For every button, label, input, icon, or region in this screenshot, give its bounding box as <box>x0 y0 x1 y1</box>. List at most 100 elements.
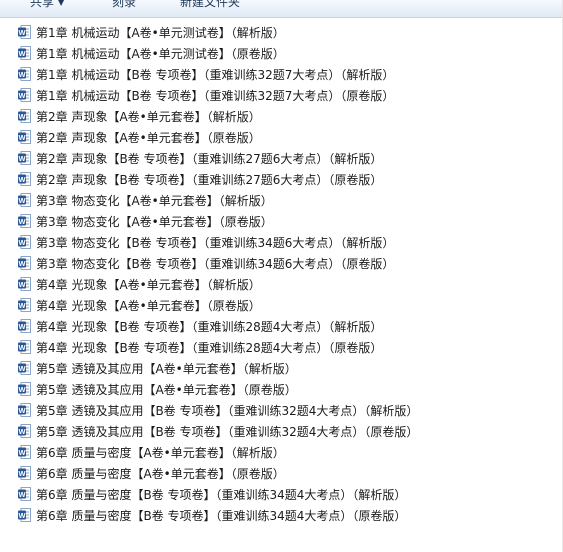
file-item[interactable]: W 第3章 物态变化【B卷 专项卷】（重难训练34题6大考点）（原卷版） <box>18 253 394 273</box>
svg-text:W: W <box>18 490 26 499</box>
svg-text:W: W <box>18 280 26 289</box>
word-doc-icon: W <box>18 445 31 459</box>
svg-text:W: W <box>18 154 26 163</box>
file-name: 第6章 质量与密度【A卷•单元套卷】（解析版） <box>36 445 285 460</box>
file-item[interactable]: W 第2章 声现象【A卷•单元套卷】（解析版） <box>18 106 261 126</box>
file-name: 第3章 物态变化【B卷 专项卷】（重难训练34题6大考点）（解析版） <box>36 235 395 250</box>
word-doc-icon: W <box>18 46 31 60</box>
svg-text:W: W <box>18 217 26 226</box>
word-doc-icon: W <box>18 466 31 480</box>
svg-text:W: W <box>18 469 26 478</box>
burn-button[interactable]: 刻录 <box>112 0 136 10</box>
file-item[interactable]: W 第5章 透镜及其应用【B卷 专项卷】（重难训练32题4大考点）（解析版） <box>18 400 418 420</box>
word-doc-icon: W <box>18 88 31 102</box>
file-item[interactable]: W 第6章 质量与密度【A卷•单元套卷】（原卷版） <box>18 463 285 483</box>
word-doc-icon: W <box>18 214 31 228</box>
file-name: 第6章 质量与密度【B卷 专项卷】（重难训练34题4大考点）（原卷版） <box>36 508 407 523</box>
svg-text:W: W <box>18 427 26 436</box>
file-name: 第5章 透镜及其应用【B卷 专项卷】（重难训练32题4大考点）（解析版） <box>36 403 419 418</box>
svg-text:W: W <box>18 511 26 520</box>
file-item[interactable]: W 第3章 物态变化【A卷•单元套卷】（原卷版） <box>18 211 273 231</box>
word-doc-icon: W <box>18 340 31 354</box>
word-doc-icon: W <box>18 109 31 123</box>
file-name: 第5章 透镜及其应用【B卷 专项卷】（重难训练32题4大考点）（原卷版） <box>36 424 419 439</box>
word-doc-icon: W <box>18 193 31 207</box>
file-name: 第3章 物态变化【A卷•单元套卷】（原卷版） <box>36 214 273 229</box>
file-name: 第5章 透镜及其应用【A卷•单元套卷】（解析版） <box>36 361 297 376</box>
file-item[interactable]: W 第5章 透镜及其应用【B卷 专项卷】（重难训练32题4大考点）（原卷版） <box>18 421 418 441</box>
file-name: 第2章 声现象【A卷•单元套卷】（原卷版） <box>36 130 261 145</box>
file-name: 第4章 光现象【A卷•单元套卷】（解析版） <box>36 277 261 292</box>
svg-text:W: W <box>18 70 26 79</box>
svg-text:W: W <box>18 301 26 310</box>
svg-text:W: W <box>18 112 26 121</box>
svg-text:W: W <box>18 175 26 184</box>
svg-text:W: W <box>18 343 26 352</box>
file-name: 第5章 透镜及其应用【A卷•单元套卷】（原卷版） <box>36 382 297 397</box>
file-name: 第3章 物态变化【A卷•单元套卷】（解析版） <box>36 193 273 208</box>
file-name: 第2章 声现象【A卷•单元套卷】（解析版） <box>36 109 261 124</box>
file-name: 第3章 物态变化【B卷 专项卷】（重难训练34题6大考点）（原卷版） <box>36 256 395 271</box>
file-name: 第2章 声现象【B卷 专项卷】（重难训练27题6大考点）（原卷版） <box>36 172 383 187</box>
file-item[interactable]: W 第1章 机械运动【A卷•单元测试卷】（解析版） <box>18 22 285 42</box>
file-item[interactable]: W 第3章 物态变化【A卷•单元套卷】（解析版） <box>18 190 273 210</box>
svg-text:W: W <box>18 28 26 37</box>
chevron-down-icon: ▼ <box>58 0 65 7</box>
svg-text:W: W <box>18 133 26 142</box>
file-name: 第1章 机械运动【B卷 专项卷】（重难训练32题7大考点）（解析版） <box>36 67 395 82</box>
file-item[interactable]: W 第2章 声现象【A卷•单元套卷】（原卷版） <box>18 127 261 147</box>
file-name: 第1章 机械运动【B卷 专项卷】（重难训练32题7大考点）（原卷版） <box>36 88 395 103</box>
word-doc-icon: W <box>18 130 31 144</box>
share-button[interactable]: 共享 ▼ <box>30 0 64 11</box>
svg-text:W: W <box>18 91 26 100</box>
svg-text:W: W <box>18 322 26 331</box>
svg-text:W: W <box>18 238 26 247</box>
svg-text:W: W <box>18 49 26 58</box>
svg-text:W: W <box>18 385 26 394</box>
file-item[interactable]: W 第3章 物态变化【B卷 专项卷】（重难训练34题6大考点）（解析版） <box>18 232 394 252</box>
file-item[interactable]: W 第6章 质量与密度【A卷•单元套卷】（解析版） <box>18 442 285 462</box>
svg-text:W: W <box>18 196 26 205</box>
word-doc-icon: W <box>18 298 31 312</box>
file-name: 第1章 机械运动【A卷•单元测试卷】（原卷版） <box>36 46 285 61</box>
file-item[interactable]: W 第4章 光现象【A卷•单元套卷】（解析版） <box>18 274 261 294</box>
file-name: 第6章 质量与密度【B卷 专项卷】（重难训练34题4大考点）（解析版） <box>36 487 407 502</box>
word-doc-icon: W <box>18 256 31 270</box>
file-item[interactable]: W 第1章 机械运动【A卷•单元测试卷】（原卷版） <box>18 43 285 63</box>
word-doc-icon: W <box>18 508 31 522</box>
word-doc-icon: W <box>18 235 31 249</box>
file-name: 第4章 光现象【B卷 专项卷】（重难训练28题4大考点）（原卷版） <box>36 340 383 355</box>
file-item[interactable]: W 第2章 声现象【B卷 专项卷】（重难训练27题6大考点）（原卷版） <box>18 169 382 189</box>
word-doc-icon: W <box>18 487 31 501</box>
file-name: 第1章 机械运动【A卷•单元测试卷】（解析版） <box>36 25 285 40</box>
file-item[interactable]: W 第1章 机械运动【B卷 专项卷】（重难训练32题7大考点）（解析版） <box>18 64 394 84</box>
file-name: 第2章 声现象【B卷 专项卷】（重难训练27题6大考点）（解析版） <box>36 151 383 166</box>
word-doc-icon: W <box>18 67 31 81</box>
word-doc-icon: W <box>18 319 31 333</box>
file-name: 第4章 光现象【B卷 专项卷】（重难训练28题4大考点）（解析版） <box>36 319 383 334</box>
file-item[interactable]: W 第6章 质量与密度【B卷 专项卷】（重难训练34题4大考点）（原卷版） <box>18 505 406 525</box>
word-doc-icon: W <box>18 361 31 375</box>
file-name: 第6章 质量与密度【A卷•单元套卷】（原卷版） <box>36 466 285 481</box>
file-item[interactable]: W 第2章 声现象【B卷 专项卷】（重难训练27题6大考点）（解析版） <box>18 148 382 168</box>
file-item[interactable]: W 第5章 透镜及其应用【A卷•单元套卷】（解析版） <box>18 358 297 378</box>
word-doc-icon: W <box>18 403 31 417</box>
file-item[interactable]: W 第1章 机械运动【B卷 专项卷】（重难训练32题7大考点）（原卷版） <box>18 85 394 105</box>
file-name: 第4章 光现象【A卷•单元套卷】（原卷版） <box>36 298 261 313</box>
new-folder-button[interactable]: 新建文件夹 <box>180 0 240 10</box>
file-item[interactable]: W 第5章 透镜及其应用【A卷•单元套卷】（原卷版） <box>18 379 297 399</box>
file-item[interactable]: W 第4章 光现象【B卷 专项卷】（重难训练28题4大考点）（解析版） <box>18 316 382 336</box>
word-doc-icon: W <box>18 151 31 165</box>
word-doc-icon: W <box>18 382 31 396</box>
svg-text:W: W <box>18 364 26 373</box>
svg-text:W: W <box>18 448 26 457</box>
word-doc-icon: W <box>18 277 31 291</box>
word-doc-icon: W <box>18 172 31 186</box>
file-item[interactable]: W 第4章 光现象【A卷•单元套卷】（原卷版） <box>18 295 261 315</box>
word-doc-icon: W <box>18 25 31 39</box>
share-label: 共享 <box>30 0 55 9</box>
file-item[interactable]: W 第6章 质量与密度【B卷 专项卷】（重难训练34题4大考点）（解析版） <box>18 484 406 504</box>
file-item[interactable]: W 第4章 光现象【B卷 专项卷】（重难训练28题4大考点）（原卷版） <box>18 337 382 357</box>
toolbar: 共享 ▼ 刻录 新建文件夹 <box>0 0 563 18</box>
svg-text:W: W <box>18 259 26 268</box>
